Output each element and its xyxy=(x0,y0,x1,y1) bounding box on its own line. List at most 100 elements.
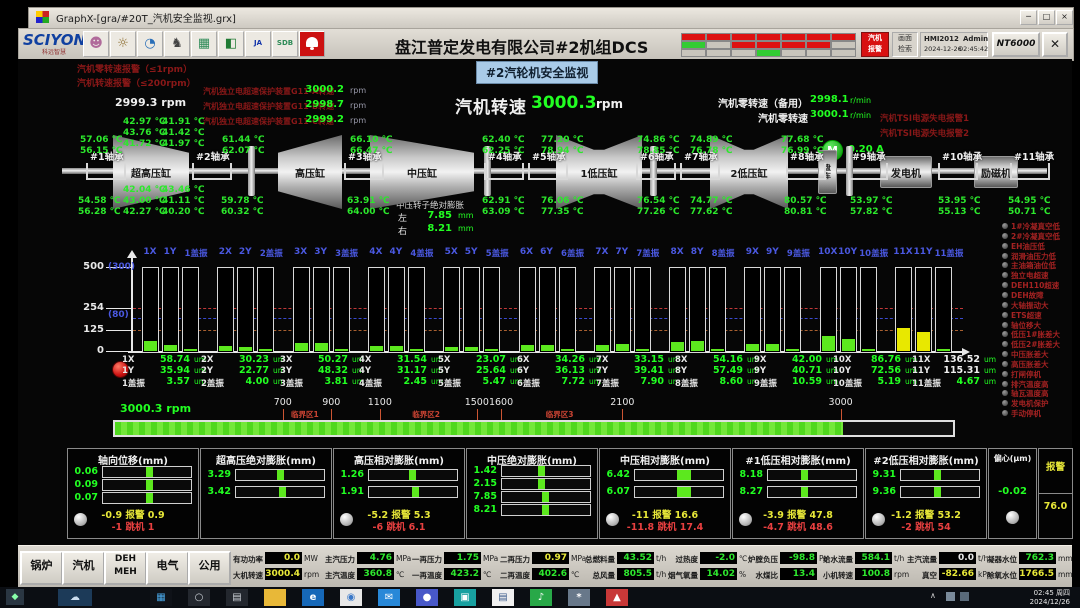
metric-unit: t/h xyxy=(894,554,904,563)
vibration-bar xyxy=(237,267,254,353)
vibration-value: 48.32 xyxy=(302,365,348,376)
weather-widget-icon[interactable]: ☁ xyxy=(58,589,92,606)
exit-button[interactable]: ✕ xyxy=(1042,32,1068,57)
settings-icon[interactable]: * xyxy=(568,589,590,606)
alarm-grid-cell xyxy=(706,41,731,49)
alarm-grid-cell xyxy=(706,33,731,41)
vibration-value-label: 1Y xyxy=(122,366,134,376)
engineer-icon[interactable]: ♞ xyxy=(164,31,190,57)
rpm-bar-fill xyxy=(115,422,843,435)
bearing-temp-top: 78.94 ℃ xyxy=(541,146,584,156)
schedule-icon[interactable]: ◔ xyxy=(137,31,163,57)
chart-y-tick-mark xyxy=(106,351,132,352)
maximize-button[interactable]: □ xyxy=(1038,10,1055,25)
vibration-value-label: 11Y xyxy=(912,366,930,376)
task-view-icon[interactable]: ▤ xyxy=(226,589,248,606)
bearing-temp-bottom: 54.95 ℃ xyxy=(1008,196,1051,206)
screen-search-button[interactable]: 画面 检索 xyxy=(892,32,918,57)
panel-title: 中压相对膨胀(mm) xyxy=(600,452,730,467)
nav-deh-meh-button[interactable]: DEH MEH xyxy=(104,551,147,585)
store-icon[interactable]: ▣ xyxy=(454,589,476,606)
vibration-value: 42.00 xyxy=(776,354,822,365)
alarm-grid-cell xyxy=(831,33,856,41)
bearing-bracket xyxy=(680,163,720,180)
media-icon[interactable]: ♪ xyxy=(530,589,552,606)
nav-boiler-button[interactable]: 锅炉 xyxy=(20,551,63,585)
metric-label: 给水流量 xyxy=(823,554,853,565)
vibration-bar-fill xyxy=(315,343,328,351)
bearing-temp-top: 66.47 ℃ xyxy=(350,146,393,156)
tray-expand-icon[interactable]: ∧ xyxy=(930,591,936,600)
mail-icon[interactable]: ✉ xyxy=(378,589,400,606)
chat-icon[interactable]: ● xyxy=(416,589,438,606)
panel-value: 3.29 xyxy=(203,469,231,480)
vibration-bar xyxy=(820,267,837,353)
document-icon[interactable]: ▤ xyxy=(492,589,514,606)
folder-icon[interactable] xyxy=(264,589,286,606)
chrome-browser-icon[interactable]: ◉ xyxy=(340,589,362,606)
nav-turbine-button[interactable]: 汽机 xyxy=(62,551,105,585)
users-icon[interactable]: ☻ xyxy=(83,31,109,57)
window-title: GraphX-[gra/#20T_汽机安全监视.grx] xyxy=(56,10,236,25)
minimize-button[interactable]: ─ xyxy=(1020,10,1037,25)
eccentricity-panel: 偏心(μm) -0.02 xyxy=(988,448,1037,539)
bearing-temp-bottom: 64.00 ℃ xyxy=(347,207,390,217)
alarm-grid-cell xyxy=(756,33,781,41)
vibration-value-label: 4盖振 xyxy=(359,377,382,389)
tray-volume-icon[interactable] xyxy=(960,592,969,601)
sdb-logo-icon[interactable]: SDB xyxy=(272,31,298,57)
uhp-cylinder-temp: 42.97 ℃ xyxy=(123,117,166,127)
hmi-station: HMI2012 xyxy=(924,35,959,43)
vibration-bar-fill xyxy=(541,345,554,351)
panel-gauge-tick xyxy=(677,487,691,497)
alarm-bell-icon[interactable] xyxy=(299,31,325,57)
uhp-cylinder-temp: 43.00 ℃ xyxy=(123,196,166,206)
vibration-bar-label-cover: 6盖振 xyxy=(555,247,591,259)
ip-expansion-left-unit: mm xyxy=(458,211,474,220)
alarm-grid-cell xyxy=(781,41,806,49)
security-icon[interactable]: ▲ xyxy=(606,589,628,606)
bearing-temp-bottom: 77.35 ℃ xyxy=(541,207,584,217)
display-icon[interactable]: ▦ xyxy=(191,31,217,57)
vibration-bar-label-cover: 1盖振 xyxy=(178,247,214,259)
bearing-temp-bottom: 63.09 ℃ xyxy=(482,207,525,217)
trip-condition-lamp xyxy=(1002,381,1008,387)
edge-browser-icon[interactable]: e xyxy=(302,589,324,606)
bearing-label: #9轴承 xyxy=(852,149,886,163)
uhp-cylinder-temp: 40.20 ℃ xyxy=(162,207,205,217)
page-title-badge: #2汽轮机安全监视 xyxy=(476,61,598,84)
agent-icon[interactable]: ◆ xyxy=(6,589,24,605)
status-lamp xyxy=(606,513,619,526)
panel-title: 超高压绝对膨胀(mm) xyxy=(201,452,331,467)
divider xyxy=(1039,493,1072,494)
files-icon[interactable]: ◧ xyxy=(218,31,244,57)
vibration-bar-fill xyxy=(295,343,308,351)
vibration-bar-label-cover: 10盖振 xyxy=(856,247,892,259)
start-icon[interactable]: ▦ xyxy=(150,589,172,606)
panel-value: 6.42 xyxy=(602,469,630,480)
vibration-bar xyxy=(162,267,179,353)
turbine-alarm-button[interactable]: 汽机 报警 xyxy=(861,32,889,57)
nav-electrical-button[interactable]: 电气 xyxy=(146,551,189,585)
tools-icon[interactable]: ☼ xyxy=(110,31,136,57)
metric-value: 1.75 xyxy=(444,552,481,564)
close-button[interactable]: × xyxy=(1056,10,1073,25)
taskbar-clock[interactable]: 02:45 周四 2024/12/26 xyxy=(990,589,1070,607)
cylinder-label: 中压缸 xyxy=(407,165,437,180)
ip-expansion-right-value: 8.21 xyxy=(414,223,452,234)
search-icon[interactable]: ○ xyxy=(188,589,210,606)
vibration-value: 5.19 xyxy=(855,376,901,387)
chart-y-tick: 0 xyxy=(56,345,104,356)
ja-logo-icon[interactable]: JA xyxy=(245,31,271,57)
vibration-bar xyxy=(313,267,330,353)
tray-network-icon[interactable] xyxy=(946,592,955,601)
panel-gauge-tick xyxy=(934,487,941,497)
vibration-bar-fill xyxy=(616,344,629,351)
vibration-bar-label-x: 8X xyxy=(666,247,688,257)
vibration-value: 39.41 xyxy=(618,365,664,376)
metric-label: 水煤比 xyxy=(748,570,778,581)
vibration-value: 7.72 xyxy=(539,376,585,387)
ip-expansion-right-label: 右 xyxy=(398,224,407,237)
expansion-panel: 中压绝对膨胀(mm)1.422.157.858.21 xyxy=(466,448,598,539)
nav-common-button[interactable]: 公用 xyxy=(188,551,231,585)
